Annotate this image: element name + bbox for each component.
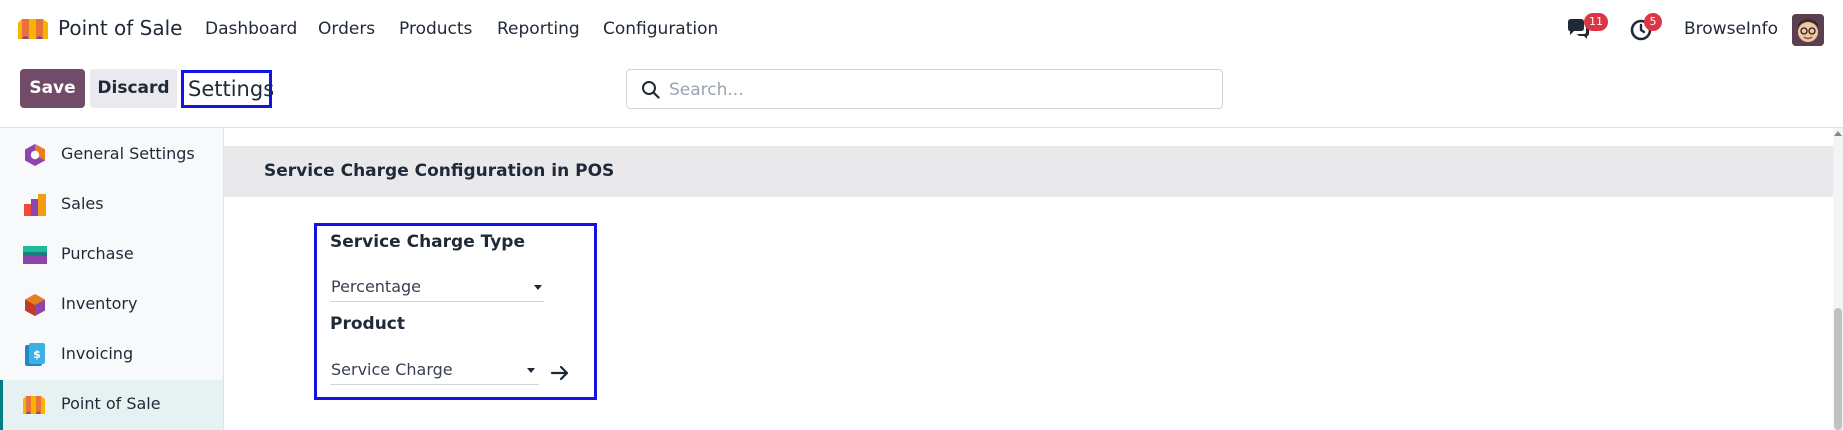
sidebar-item-label: General Settings bbox=[61, 144, 195, 163]
sidebar-item-label: Point of Sale bbox=[61, 394, 161, 413]
sidebar-item-sales[interactable]: Sales bbox=[0, 180, 223, 230]
sales-icon bbox=[24, 194, 46, 216]
purchase-icon bbox=[23, 246, 47, 264]
settings-sidebar: General Settings Sales Purchase Inventor… bbox=[0, 128, 224, 430]
menu-orders[interactable]: Orders bbox=[318, 19, 375, 39]
chevron-down-icon bbox=[527, 368, 535, 373]
discard-button[interactable]: Discard bbox=[90, 69, 177, 108]
chevron-down-icon bbox=[534, 285, 542, 290]
messages-count-badge: 11 bbox=[1584, 13, 1608, 31]
menu-dashboard[interactable]: Dashboard bbox=[205, 19, 297, 39]
service-charge-type-select[interactable]: Percentage bbox=[330, 272, 544, 302]
service-charge-settings-box: Service Charge Type Percentage Product S… bbox=[314, 223, 597, 400]
svg-text:$: $ bbox=[33, 348, 41, 361]
section-header: Service Charge Configuration in POS bbox=[224, 146, 1833, 197]
point-of-sale-icon bbox=[23, 396, 45, 414]
sidebar-item-point-of-sale[interactable]: Point of Sale bbox=[0, 380, 223, 430]
sidebar-item-label: Inventory bbox=[61, 294, 138, 313]
arrow-right-icon[interactable] bbox=[549, 362, 571, 384]
scrollbar-thumb[interactable] bbox=[1834, 308, 1842, 430]
user-avatar[interactable] bbox=[1792, 14, 1824, 46]
avatar-face-icon bbox=[1792, 14, 1824, 46]
invoicing-icon: $ bbox=[25, 343, 45, 366]
general-settings-icon bbox=[25, 144, 45, 166]
sidebar-item-general-settings[interactable]: General Settings bbox=[0, 130, 223, 180]
sidebar-item-label: Invoicing bbox=[61, 344, 134, 363]
company-name[interactable]: BrowseInfo bbox=[1684, 19, 1778, 39]
save-button[interactable]: Save bbox=[20, 69, 85, 108]
sidebar-item-invoicing[interactable]: $ Invoicing bbox=[0, 330, 223, 380]
menu-products[interactable]: Products bbox=[399, 19, 472, 39]
sidebar-item-purchase[interactable]: Purchase bbox=[0, 230, 223, 280]
control-panel-divider bbox=[0, 127, 1843, 128]
sidebar-item-label: Sales bbox=[61, 194, 104, 213]
service-charge-type-label: Service Charge Type bbox=[330, 232, 526, 252]
menu-configuration[interactable]: Configuration bbox=[603, 19, 718, 39]
scroll-up-arrow-icon[interactable] bbox=[1834, 131, 1842, 136]
product-select[interactable]: Service Charge bbox=[330, 355, 539, 385]
activities-count-badge: 5 bbox=[1644, 13, 1662, 31]
search-bar[interactable] bbox=[626, 69, 1223, 109]
search-input[interactable] bbox=[669, 78, 1209, 102]
breadcrumb-settings: Settings bbox=[181, 70, 274, 108]
app-title[interactable]: Point of Sale bbox=[58, 16, 182, 40]
sidebar-item-inventory[interactable]: Inventory bbox=[0, 280, 223, 330]
service-charge-type-value: Percentage bbox=[331, 277, 422, 296]
sidebar-item-label: Purchase bbox=[61, 244, 134, 263]
menu-reporting[interactable]: Reporting bbox=[497, 19, 580, 39]
search-icon bbox=[642, 81, 660, 99]
point-of-sale-app-icon[interactable] bbox=[16, 17, 50, 41]
section-title: Service Charge Configuration in POS bbox=[264, 161, 615, 181]
top-navbar: Point of Sale Dashboard Orders Products … bbox=[0, 0, 1843, 58]
product-label: Product bbox=[330, 314, 405, 334]
product-value: Service Charge bbox=[331, 360, 453, 379]
inventory-icon bbox=[25, 294, 45, 316]
